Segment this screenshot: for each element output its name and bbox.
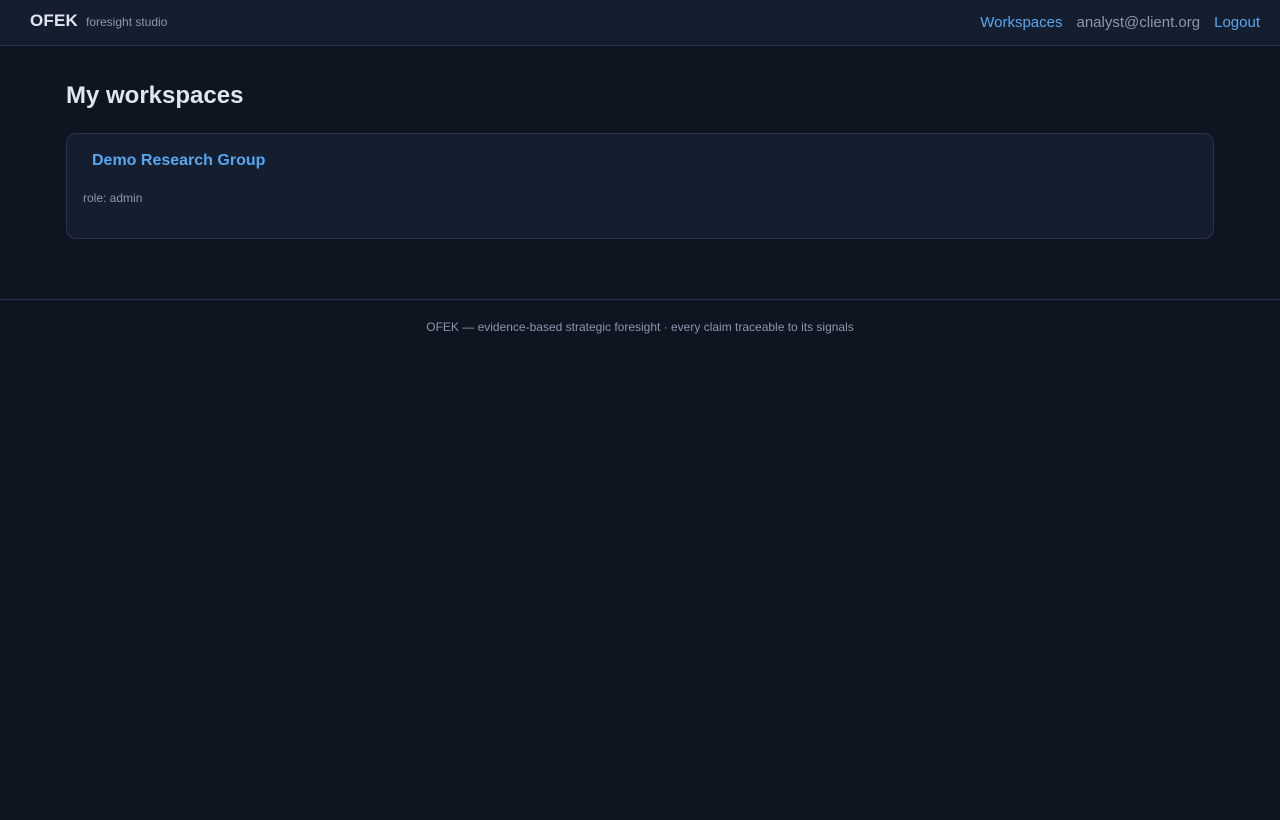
nav-links: Workspaces analyst@client.org Logout bbox=[980, 14, 1260, 31]
workspace-card[interactable]: Demo Research Group role: admin bbox=[66, 133, 1214, 239]
footer: OFEK — evidence-based strategic foresigh… bbox=[0, 299, 1280, 334]
logout-link[interactable]: Logout bbox=[1214, 14, 1260, 31]
page-title: My workspaces bbox=[66, 82, 244, 109]
workspace-role: role: admin bbox=[83, 191, 143, 205]
top-nav-bar: OFEK foresight studio Workspaces analyst… bbox=[0, 0, 1280, 46]
workspace-name-link[interactable]: Demo Research Group bbox=[92, 152, 265, 170]
brand-logo[interactable]: OFEK bbox=[30, 11, 78, 31]
nav-workspaces-link[interactable]: Workspaces bbox=[980, 14, 1062, 31]
footer-text: OFEK — evidence-based strategic foresigh… bbox=[426, 320, 854, 334]
brand-subtitle: foresight studio bbox=[86, 15, 168, 29]
user-email: analyst@client.org bbox=[1076, 14, 1201, 31]
